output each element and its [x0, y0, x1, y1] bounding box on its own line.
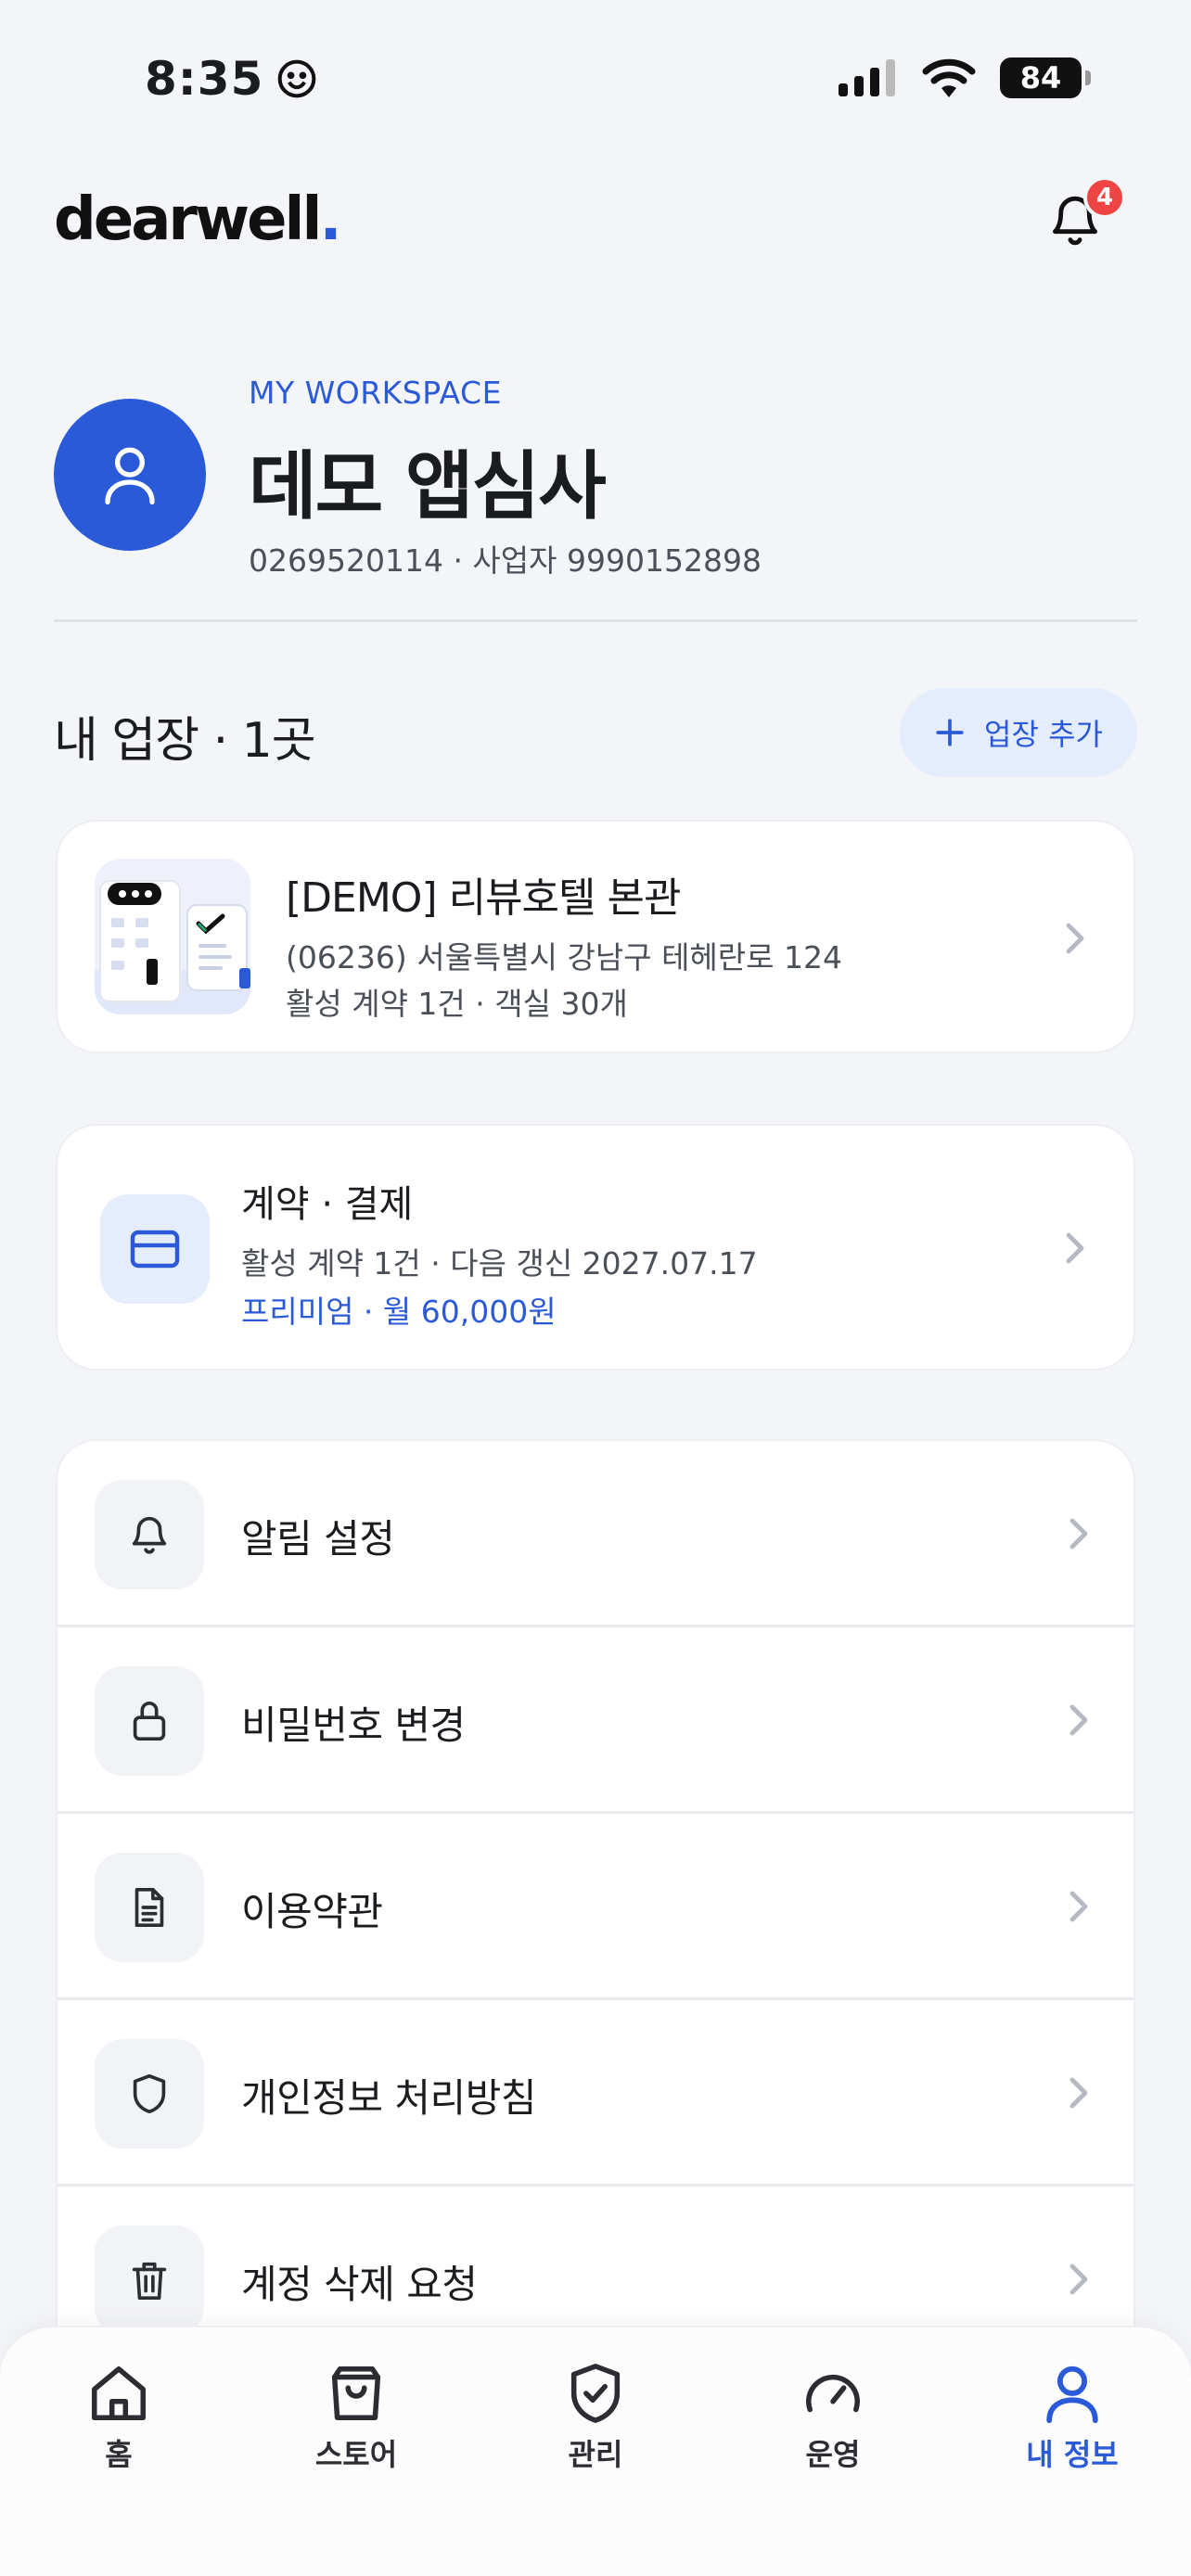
battery-indicator: 84 — [1000, 57, 1091, 98]
add-place-label: 업장 추가 — [984, 717, 1103, 752]
billing-plan: 프리미엄 · 월 60,000원 — [241, 1294, 557, 1330]
status-icons: 84 — [839, 57, 1091, 98]
workspace-details: 0269520114 · 사업자 9990152898 — [249, 542, 762, 579]
menu-item-privacy-policy[interactable]: 개인정보 처리방침 — [58, 2000, 1133, 2187]
tab-manage[interactable]: 관리 — [503, 2361, 688, 2474]
notifications-button[interactable]: 4 — [1046, 176, 1126, 254]
credit-card-icon — [130, 1230, 180, 1269]
wifi-icon — [922, 58, 976, 97]
shield-check-icon — [570, 2364, 621, 2423]
tab-home[interactable]: 홈 — [26, 2361, 211, 2474]
card-icon-tile — [100, 1194, 210, 1304]
chevron-right-icon — [1069, 1704, 1088, 1736]
billing-subtitle: 활성 계약 1건 · 다음 갱신 2027.07.17 — [241, 1245, 758, 1282]
plus-icon — [936, 719, 964, 746]
menu-item-label: 개인정보 처리방침 — [241, 2075, 536, 2121]
menu-icon-tile — [95, 1666, 204, 1776]
chevron-right-icon — [1069, 1891, 1088, 1922]
place-meta: 활성 계약 1건 · 객실 30개 — [286, 986, 628, 1022]
chevron-right-icon — [1069, 1518, 1088, 1549]
billing-title: 계약 · 결제 — [241, 1183, 414, 1226]
place-name: [DEMO] 리뷰호텔 본관 — [286, 874, 681, 922]
tab-operations[interactable]: 운영 — [740, 2361, 926, 2474]
document-icon — [134, 1887, 164, 1928]
notification-badge: 4 — [1083, 176, 1126, 219]
chevron-right-icon — [1066, 1232, 1084, 1264]
menu-item-notification-settings[interactable]: 알림 설정 — [58, 1441, 1133, 1627]
battery-level: 84 — [1019, 60, 1062, 96]
tab-label: 운영 — [805, 2437, 861, 2472]
tab-store[interactable]: 스토어 — [263, 2361, 449, 2474]
user-icon — [105, 447, 155, 504]
menu-icon-tile — [95, 2225, 204, 2335]
workspace-name: 데모 앱심사 — [249, 443, 607, 529]
billing-card[interactable]: 계약 · 결제 활성 계약 1건 · 다음 갱신 2027.07.17 프리미엄… — [56, 1124, 1135, 1371]
menu-item-terms[interactable]: 이용약관 — [58, 1814, 1133, 2000]
smiley-icon — [278, 59, 316, 98]
menu-item-label: 비밀번호 변경 — [241, 1702, 466, 1748]
status-time-text: 8:35 — [145, 52, 264, 106]
menu-icon-tile — [95, 2039, 204, 2149]
home-icon — [91, 2366, 147, 2421]
tab-label: 스토어 — [314, 2437, 398, 2472]
chevron-right-icon — [1069, 2264, 1088, 2295]
place-card[interactable]: [DEMO] 리뷰호텔 본관 (06236) 서울특별시 강남구 테헤란로 12… — [56, 820, 1135, 1053]
bottom-tab-bar: 홈 스토어 관리 운영 내 정보 — [0, 2326, 1191, 2576]
workspace-avatar — [54, 399, 206, 551]
menu-icon-tile — [95, 1480, 204, 1589]
tab-label: 홈 — [105, 2437, 133, 2472]
chevron-right-icon — [1066, 923, 1084, 954]
status-time: 8:35 — [145, 52, 317, 106]
add-place-button[interactable]: 업장 추가 — [900, 688, 1137, 777]
menu-item-change-password[interactable]: 비밀번호 변경 — [58, 1627, 1133, 1814]
user-icon — [1046, 2366, 1098, 2424]
logo-dot: . — [319, 185, 341, 254]
hotel-thumbnail-icon — [95, 859, 250, 1014]
bell-icon — [132, 1516, 167, 1554]
menu-item-label: 알림 설정 — [241, 1516, 395, 1562]
tab-label: 관리 — [568, 2437, 623, 2472]
app-logo: dearwell. — [54, 185, 342, 254]
tab-label: 내 정보 — [1026, 2437, 1119, 2472]
menu-item-label: 계정 삭제 요청 — [241, 2262, 478, 2307]
workspace-label: MY WORKSPACE — [249, 375, 502, 411]
menu-item-label: 이용약관 — [241, 1889, 383, 1934]
divider — [54, 619, 1137, 622]
signal-icon — [839, 59, 895, 96]
shopping-bag-icon — [331, 2366, 381, 2421]
shield-icon — [133, 2073, 166, 2114]
gauge-icon — [805, 2374, 861, 2413]
logo-text: dearwell — [54, 185, 322, 254]
lock-icon — [133, 1702, 166, 1741]
trash-icon — [132, 2262, 167, 2301]
place-address: (06236) 서울특별시 강남구 테헤란로 124 — [286, 939, 842, 976]
menu-icon-tile — [95, 1853, 204, 1962]
places-title: 내 업장 · 1곳 — [54, 713, 316, 769]
tab-my-info[interactable]: 내 정보 — [980, 2361, 1165, 2474]
chevron-right-icon — [1069, 2077, 1088, 2109]
